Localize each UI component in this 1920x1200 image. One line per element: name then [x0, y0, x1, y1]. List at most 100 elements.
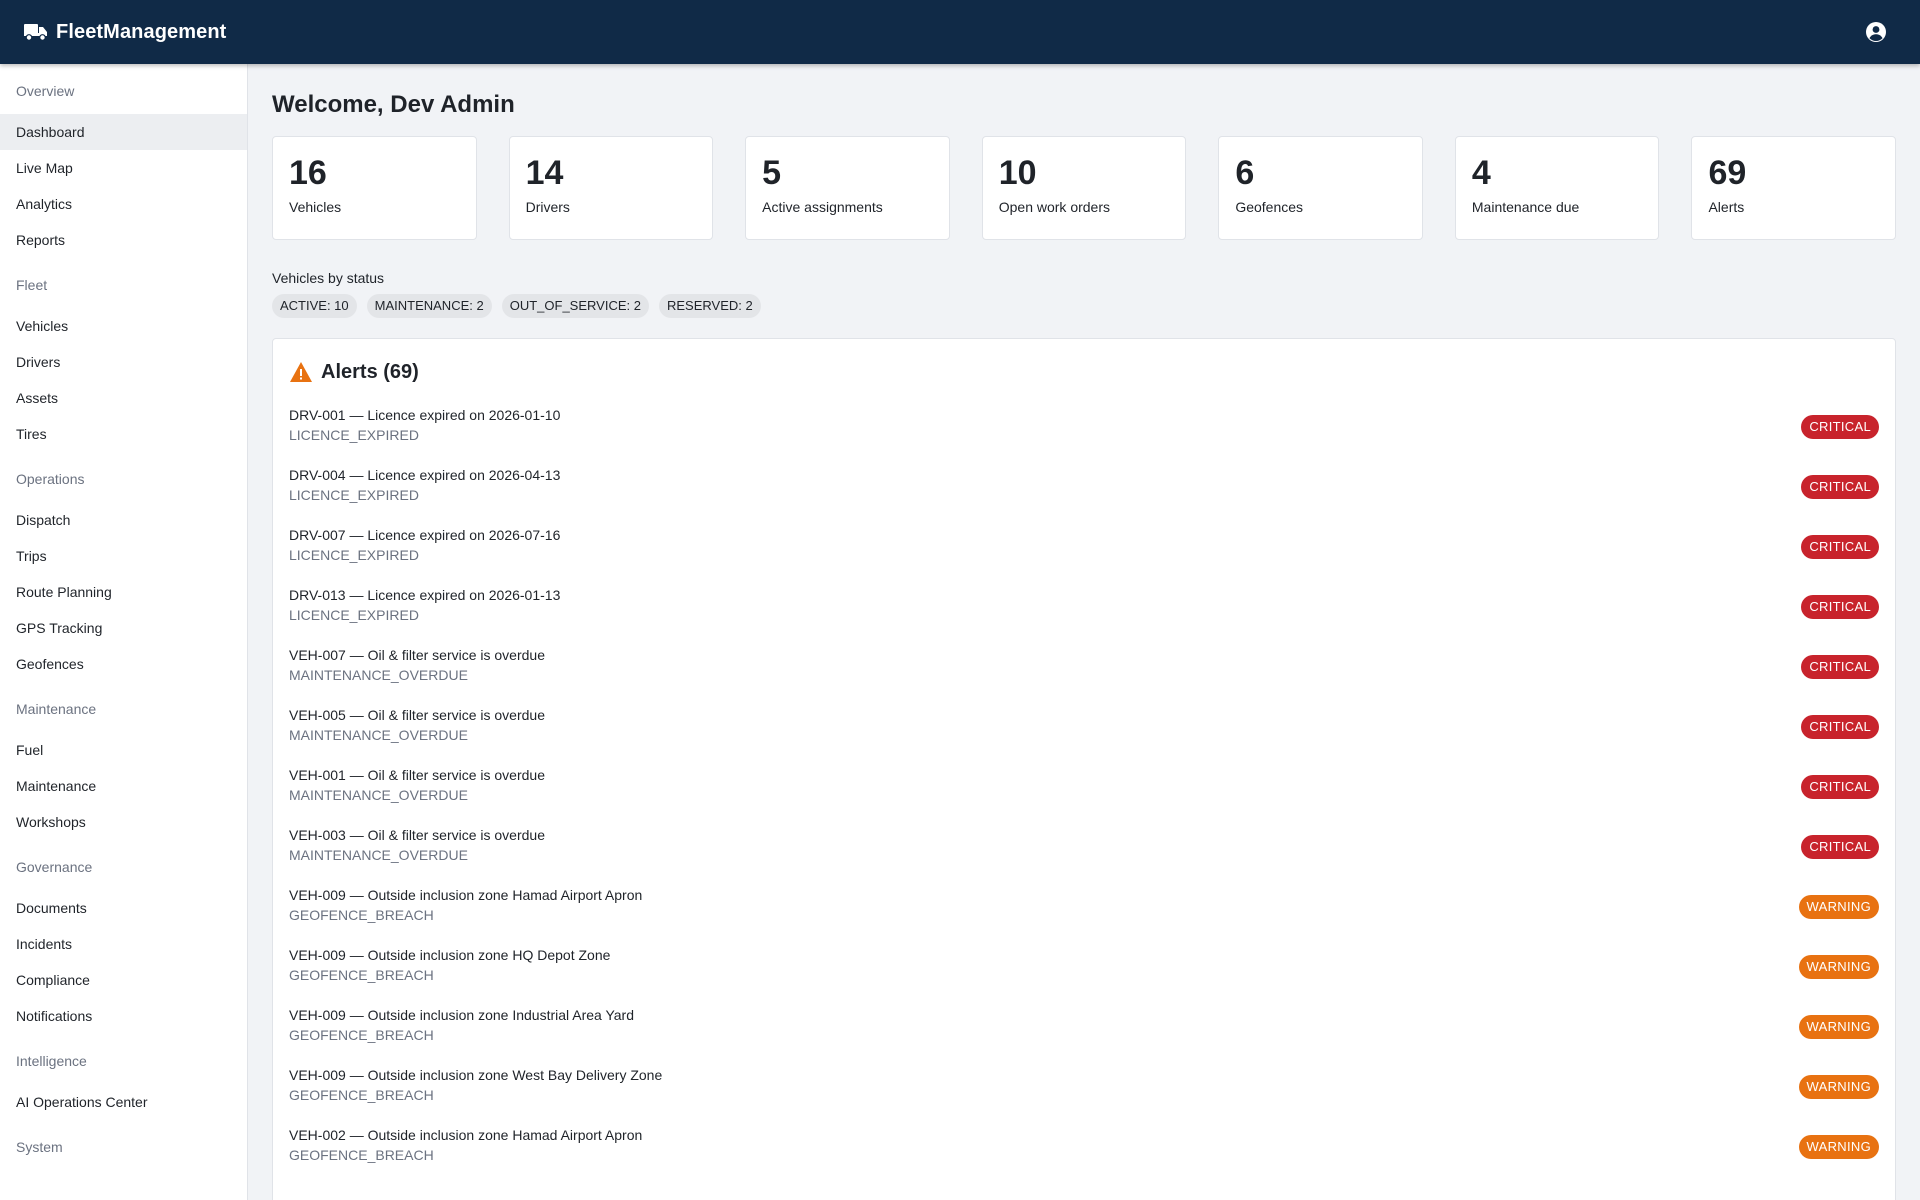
sidebar-item-tires[interactable]: Tires: [0, 416, 247, 452]
nav-section-header: System: [16, 1139, 63, 1155]
alert-item[interactable]: DRV-004 — Licence expired on 2026-04-13 …: [289, 465, 1879, 525]
alert-item[interactable]: DRV-001 — Licence expired on 2026-01-10 …: [289, 405, 1879, 465]
stat-card-drivers: 14 Drivers: [508, 136, 714, 240]
alert-type: LICENCE_EXPIRED: [289, 607, 419, 623]
alert-type: MAINTENANCE_OVERDUE: [289, 847, 468, 863]
alert-type: MAINTENANCE_OVERDUE: [289, 727, 468, 743]
stat-value: 10: [998, 154, 1037, 192]
alert-item[interactable]: VEH-009 — Outside inclusion zone West Ba…: [289, 1065, 1879, 1125]
truck-icon: [24, 23, 48, 41]
brand[interactable]: FleetManagement: [24, 21, 226, 44]
alerts-header: Alerts (69): [289, 359, 1879, 385]
alerts-title: Alerts (69): [321, 360, 419, 383]
alerts-card: Alerts (69) DRV-001 — Licence expired on…: [272, 338, 1896, 1200]
nav-section-governance: Governance Documents Incidents Complianc…: [0, 840, 247, 1034]
sidebar-item-drivers[interactable]: Drivers: [0, 344, 247, 380]
status-chip-maintenance: MAINTENANCE: 2: [366, 294, 492, 318]
alert-type: GEOFENCE_BREACH: [289, 907, 434, 923]
alert-item[interactable]: VEH-005 — Oil & filter service is overdu…: [289, 705, 1879, 765]
severity-badge: CRITICAL: [1801, 775, 1879, 799]
sidebar-item-dispatch[interactable]: Dispatch: [0, 502, 247, 538]
stat-card-open-work-orders: 10 Open work orders: [981, 136, 1187, 240]
alert-type: MAINTENANCE_OVERDUE: [289, 667, 468, 683]
sidebar-item-live-map[interactable]: Live Map: [0, 150, 247, 186]
sidebar-item-dashboard[interactable]: Dashboard: [0, 114, 247, 150]
alert-message: DRV-001 — Licence expired on 2026-01-10: [289, 407, 561, 423]
nav-section-header: Fleet: [16, 277, 48, 293]
alert-message: DRV-013 — Licence expired on 2026-01-13: [289, 587, 561, 603]
stat-value: 5: [762, 154, 782, 192]
alert-item[interactable]: VEH-009 — Outside inclusion zone HQ Depo…: [289, 945, 1879, 1005]
nav-section-header: Maintenance: [16, 701, 97, 717]
alert-list: DRV-001 — Licence expired on 2026-01-10 …: [289, 405, 1879, 1185]
sidebar-item-ai-operations-center[interactable]: AI Operations Center: [0, 1084, 247, 1120]
sidebar-item-assets[interactable]: Assets: [0, 380, 247, 416]
sidebar-item-documents[interactable]: Documents: [0, 890, 247, 926]
alert-item[interactable]: VEH-007 — Oil & filter service is overdu…: [289, 645, 1879, 705]
alert-item[interactable]: VEH-009 — Outside inclusion zone Industr…: [289, 1005, 1879, 1065]
stat-card-active-assignments: 5 Active assignments: [745, 136, 950, 240]
status-chip-out-of-service: OUT_OF_SERVICE: 2: [501, 294, 649, 318]
alert-message: VEH-003 — Oil & filter service is overdu…: [289, 827, 545, 843]
stat-value: 14: [525, 154, 564, 192]
alert-message: VEH-009 — Outside inclusion zone HQ Depo…: [289, 947, 611, 963]
alert-type: LICENCE_EXPIRED: [289, 427, 419, 443]
sidebar-item-analytics[interactable]: Analytics: [0, 186, 247, 222]
alert-item[interactable]: VEH-009 — Outside inclusion zone Hamad A…: [289, 885, 1879, 945]
sidebar-item-route-planning[interactable]: Route Planning: [0, 574, 247, 610]
vehicles-by-status-label: Vehicles by status: [272, 270, 385, 286]
alert-item[interactable]: VEH-002 — Outside inclusion zone Hamad A…: [289, 1125, 1879, 1185]
severity-badge: CRITICAL: [1801, 655, 1879, 679]
sidebar-item-notifications[interactable]: Notifications: [0, 998, 247, 1034]
status-chips: ACTIVE: 10 MAINTENANCE: 2 OUT_OF_SERVICE…: [272, 294, 1896, 318]
stat-label: Open work orders: [998, 199, 1111, 215]
nav-section-fleet: Fleet Vehicles Drivers Assets Tires: [0, 258, 247, 452]
stat-label: Geofences: [1235, 199, 1304, 215]
alert-item[interactable]: VEH-001 — Oil & filter service is overdu…: [289, 765, 1879, 825]
sidebar-item-gps-tracking[interactable]: GPS Tracking: [0, 610, 247, 646]
sidebar-item-incidents[interactable]: Incidents: [0, 926, 247, 962]
sidebar-item-workshops[interactable]: Workshops: [0, 804, 247, 840]
stats-row: 16 Vehicles 14 Drivers 5 Active assignme…: [272, 136, 1897, 240]
app-title: FleetManagement: [56, 20, 227, 43]
alert-message: VEH-009 — Outside inclusion zone Industr…: [289, 1007, 635, 1023]
severity-badge: CRITICAL: [1801, 415, 1879, 439]
alert-item[interactable]: DRV-007 — Licence expired on 2026-07-16 …: [289, 525, 1879, 585]
alert-message: VEH-009 — Outside inclusion zone Hamad A…: [289, 887, 643, 903]
alert-message: VEH-009 — Outside inclusion zone West Ba…: [289, 1067, 663, 1083]
main-content: Welcome, Dev Admin 16 Vehicles 14 Driver…: [248, 64, 1920, 1200]
alert-type: GEOFENCE_BREACH: [289, 1087, 434, 1103]
stat-label: Alerts: [1708, 199, 1745, 215]
status-chip-reserved: RESERVED: 2: [658, 294, 761, 318]
sidebar-item-compliance[interactable]: Compliance: [0, 962, 247, 998]
stat-label: Vehicles: [289, 199, 342, 215]
severity-badge: WARNING: [1798, 1015, 1879, 1039]
severity-badge: WARNING: [1798, 895, 1879, 919]
stat-label: Active assignments: [762, 199, 883, 215]
nav-section-maintenance: Maintenance Fuel Maintenance Workshops: [0, 682, 247, 840]
top-app-bar: FleetManagement: [0, 0, 1920, 64]
stat-card-vehicles: 16 Vehicles: [272, 136, 477, 240]
sidebar-item-fuel[interactable]: Fuel: [0, 732, 247, 768]
alert-type: GEOFENCE_BREACH: [289, 1147, 434, 1163]
alert-message: DRV-004 — Licence expired on 2026-04-13: [289, 467, 561, 483]
sidebar-item-vehicles[interactable]: Vehicles: [0, 308, 247, 344]
stat-label: Maintenance due: [1471, 199, 1580, 215]
nav-section-header: Operations: [16, 471, 85, 487]
severity-badge: CRITICAL: [1801, 595, 1879, 619]
sidebar-item-trips[interactable]: Trips: [0, 538, 247, 574]
severity-badge: CRITICAL: [1801, 715, 1879, 739]
sidebar-item-geofences[interactable]: Geofences: [0, 646, 247, 682]
severity-badge: CRITICAL: [1801, 475, 1879, 499]
alert-item[interactable]: DRV-013 — Licence expired on 2026-01-13 …: [289, 585, 1879, 645]
alert-type: GEOFENCE_BREACH: [289, 967, 434, 983]
alert-message: VEH-001 — Oil & filter service is overdu…: [289, 767, 545, 783]
sidebar-item-reports[interactable]: Reports: [0, 222, 247, 258]
account-circle-icon[interactable]: [1864, 20, 1888, 44]
stat-card-geofences: 6 Geofences: [1218, 136, 1423, 240]
stat-card-alerts: 69 Alerts: [1691, 136, 1897, 240]
alert-message: VEH-007 — Oil & filter service is overdu…: [289, 647, 545, 663]
alert-item[interactable]: VEH-003 — Oil & filter service is overdu…: [289, 825, 1879, 885]
sidebar-item-maintenance[interactable]: Maintenance: [0, 768, 247, 804]
warning-triangle-icon: [289, 361, 313, 383]
